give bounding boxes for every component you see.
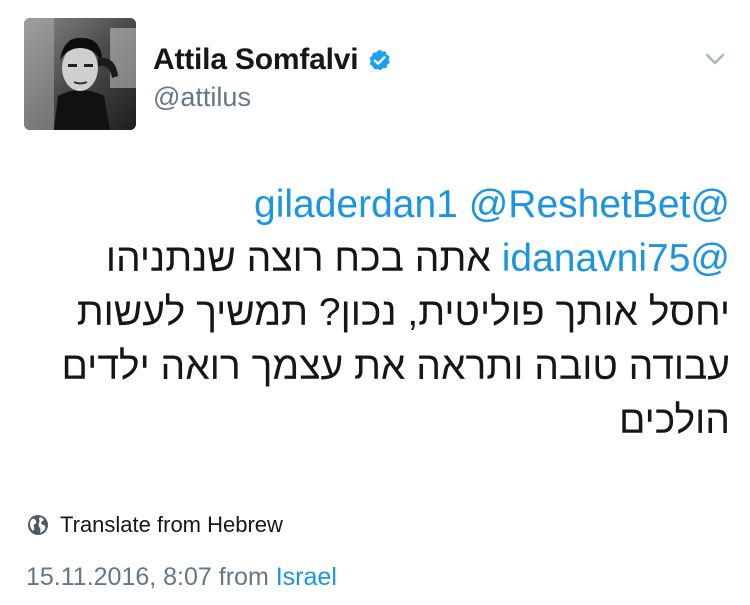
- mention-link[interactable]: @idanavni75: [502, 237, 730, 280]
- author-display-name[interactable]: Attila Somfalvi: [153, 43, 359, 77]
- tweet-line-1: @giladerdan1 @ReshetBet: [40, 178, 730, 232]
- tweet-text: @giladerdan1 @ReshetBet @idanavni75 אתה …: [40, 178, 730, 448]
- location-link[interactable]: Israel: [276, 563, 337, 591]
- globe-icon: [26, 513, 50, 537]
- tweet-timestamp[interactable]: 15.11.2016, 8:07: [26, 563, 212, 591]
- mention-link[interactable]: @ReshetBet: [469, 183, 691, 226]
- from-label: from: [218, 563, 269, 591]
- translate-button[interactable]: Translate from Hebrew: [26, 512, 283, 538]
- tweet-line-5: הולכים: [618, 399, 730, 442]
- translate-label: Translate from Hebrew: [60, 512, 283, 537]
- chevron-down-icon[interactable]: [700, 48, 730, 70]
- author-name-row[interactable]: Attila Somfalvi: [153, 40, 392, 80]
- verified-badge-icon: [367, 48, 392, 73]
- tweet-meta: 15.11.2016, 8:07 from Israel: [26, 563, 337, 592]
- avatar[interactable]: [24, 18, 136, 130]
- tweet-text-segment: אתה בכח רוצה שנתניהו: [105, 237, 491, 280]
- tweet-line-2: @idanavni75 אתה בכח רוצה שנתניהו: [40, 232, 730, 286]
- tweet-line-3: יחסל אותך פוליטית, נכון? תמשיך לעשות: [76, 291, 730, 334]
- tweet-line-4: עבודה טובה ותראה את עצמך רואה ילדים: [61, 345, 730, 388]
- author-handle[interactable]: @attilus: [153, 82, 251, 113]
